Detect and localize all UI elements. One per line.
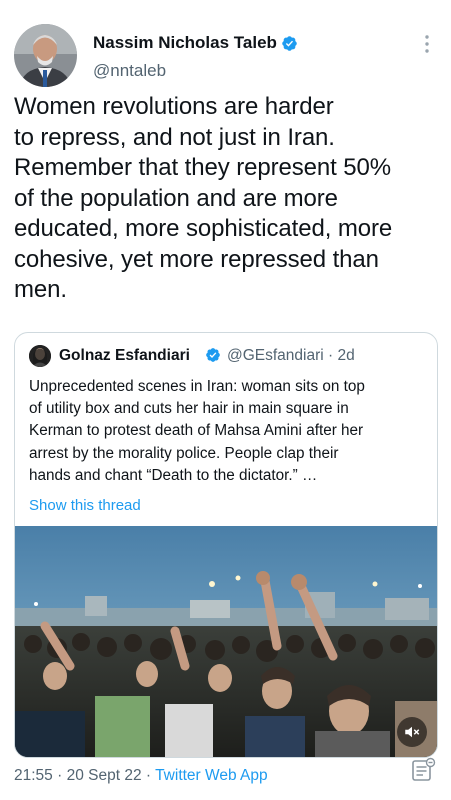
tweet-meta: 21:55 · 20 Sept 22 · Twitter Web App <box>14 767 268 785</box>
tweet-text-line: Women revolutions are harder <box>14 93 334 120</box>
tweet-text-line: cohesive, yet more repressed than <box>14 245 379 273</box>
quoted-text-line: arrest by the morality police. People cl… <box>29 444 339 462</box>
tweet-text-line: of the population and are more <box>14 184 338 212</box>
quoted-author-handle-time[interactable]: @GEsfandiari · 2d <box>227 347 355 365</box>
meta-separator: · <box>141 767 156 784</box>
quoted-text-line: Kerman to protest death of Mahsa Amini a… <box>29 422 364 440</box>
crowd-video-frame <box>15 526 437 757</box>
verified-badge-icon <box>282 36 297 51</box>
quoted-tweet-text: Unprecedented scenes in Iran: woman sits… <box>29 376 433 487</box>
mute-button[interactable] <box>397 717 427 747</box>
tweet-text-line: educated, more sophisticated, more <box>14 215 393 242</box>
meta-separator: · <box>52 767 67 784</box>
verified-badge-icon <box>206 348 220 362</box>
author-avatar[interactable] <box>14 24 77 87</box>
tweet-text-line: to repress, and not just in Iran. <box>14 123 335 151</box>
tweet-header: Nassim Nicholas Taleb @nntaleb <box>14 24 438 88</box>
quoted-text-line: hands and chant “Death to the dictator.”… <box>29 466 318 484</box>
tweet-source[interactable]: Twitter Web App <box>155 767 268 784</box>
author-name[interactable]: Nassim Nicholas Taleb <box>93 33 277 53</box>
tweet-text-line: men. <box>14 276 67 303</box>
more-vertical-icon[interactable] <box>424 34 430 54</box>
quoted-author-avatar[interactable] <box>29 345 51 367</box>
author-handle[interactable]: @nntaleb <box>93 61 166 81</box>
tweet-text: Women revolutions are harder to repress,… <box>14 92 444 306</box>
volume-muted-icon <box>405 726 420 738</box>
show-thread-link[interactable]: Show this thread <box>29 497 141 514</box>
tweet-detail: Nassim Nicholas Taleb @nntaleb Women rev… <box>0 0 451 800</box>
quoted-tweet[interactable]: Golnaz Esfandiari @GEsfandiari · 2d Unpr… <box>14 332 438 758</box>
tweet-date[interactable]: 20 Sept 22 <box>67 767 142 784</box>
quoted-text-line: Unprecedented scenes in Iran: woman sits… <box>29 378 365 395</box>
tweet-text-line: Remember that they represent 50% <box>14 154 391 181</box>
quoted-text-line: of utility box and cuts her hair in main… <box>29 400 349 418</box>
quoted-video[interactable] <box>15 526 437 757</box>
analytics-icon[interactable] <box>410 757 436 783</box>
tweet-time[interactable]: 21:55 <box>14 767 53 784</box>
quoted-author-name[interactable]: Golnaz Esfandiari <box>59 347 190 365</box>
